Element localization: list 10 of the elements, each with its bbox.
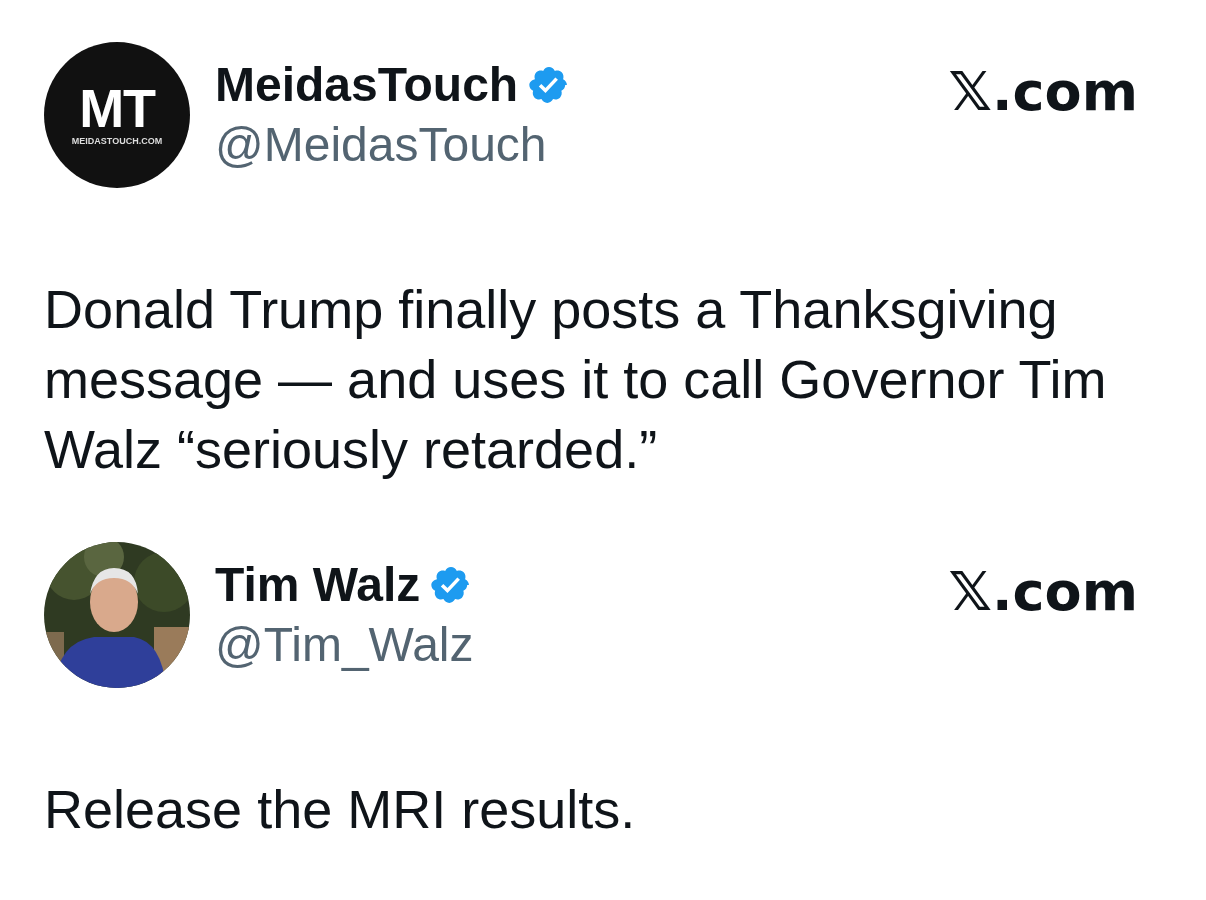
source-label: 𝕏.com: [948, 560, 1138, 624]
author-handle: @MeidasTouch: [215, 118, 548, 172]
logo-initials: MT: [79, 83, 155, 133]
author-name: MeidasTouch: [215, 58, 519, 112]
source-label: 𝕏.com: [948, 60, 1138, 124]
author-handle: @Tim_Walz: [215, 618, 474, 672]
post-text: Donald Trump finally posts a Thanksgiving message — and uses it to call Governor Tim Walz “seriously retarded.”: [44, 278, 1108, 481]
author-name: Tim Walz: [215, 558, 421, 612]
logo-caption: MEIDASTOUCH.COM: [71, 135, 163, 147]
post-text: Release the MRI results.: [44, 778, 637, 841]
